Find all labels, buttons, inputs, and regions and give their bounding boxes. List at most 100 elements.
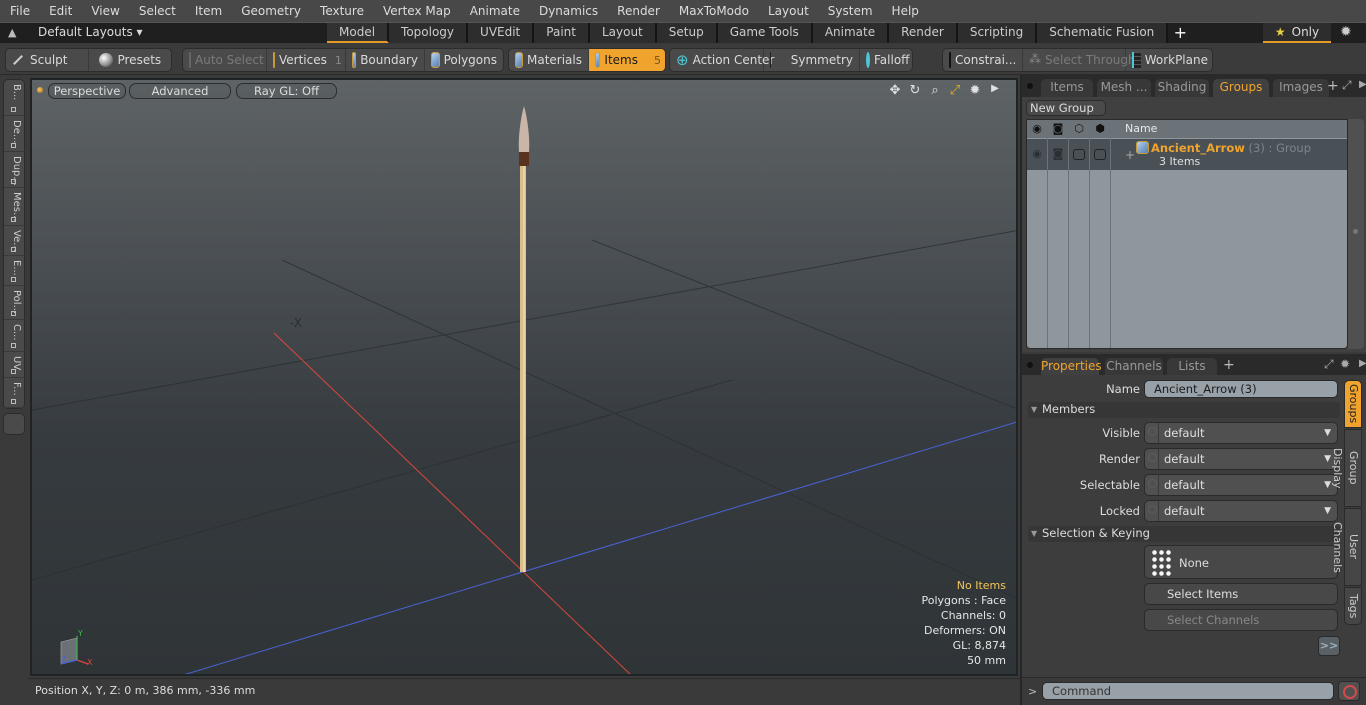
menu-select[interactable]: Select <box>129 0 185 22</box>
maximize-panel-icon[interactable]: ⤢ <box>1324 357 1334 372</box>
arrow-model[interactable] <box>518 106 530 572</box>
command-input[interactable]: Command <box>1042 682 1334 700</box>
left-tab-6[interactable]: Pol... <box>4 286 26 320</box>
add-tab-icon[interactable]: + <box>1327 78 1339 94</box>
layout-tab-scripting[interactable]: Scripting <box>957 23 1038 43</box>
record-macro-button[interactable] <box>1338 681 1360 701</box>
keying-selector[interactable]: None <box>1144 545 1338 579</box>
select-through-button[interactable]: ⁂ Select Through <box>1023 49 1136 71</box>
render-camera-icon[interactable]: ◙ <box>1051 122 1065 135</box>
tab-shading[interactable]: Shading <box>1155 79 1209 97</box>
selectable-cube-icon[interactable]: ⬡ <box>1072 122 1086 135</box>
auto-select-button[interactable]: Auto Select <box>183 49 267 71</box>
layout-tab-setup[interactable]: Setup <box>656 23 718 43</box>
layout-tab-topology[interactable]: Topology <box>389 23 469 43</box>
falloff-button[interactable]: Falloff <box>860 49 912 71</box>
zoom-magnifier-icon[interactable]: ⌕ <box>928 83 942 98</box>
side-tab-group-display[interactable]: Group Display <box>1331 429 1362 507</box>
select-items-button[interactable]: Select Items <box>1144 583 1338 605</box>
side-tab-user-channels[interactable]: User Channels <box>1331 508 1362 586</box>
side-tab-tags[interactable]: Tags <box>1344 587 1362 625</box>
row-eye-icon[interactable]: ◉ <box>1030 147 1044 160</box>
menu-maxtomodo[interactable]: MaxToModo <box>669 0 758 22</box>
workplane-button[interactable]: WorkPlane <box>1126 49 1212 71</box>
sculpt-button[interactable]: Sculpt <box>6 49 90 71</box>
presets-button[interactable]: Presets <box>89 49 171 71</box>
row-locked-checkbox[interactable] <box>1094 149 1106 160</box>
materials-button[interactable]: Materials <box>509 49 589 71</box>
visibility-eye-icon[interactable]: ◉ <box>1030 122 1044 135</box>
tab-mesh[interactable]: Mesh ... <box>1097 79 1151 97</box>
raygl-toggle[interactable]: Ray GL: Off <box>236 83 337 99</box>
viewport-status-dot[interactable] <box>37 87 43 93</box>
left-tab-1[interactable]: De... <box>4 116 26 152</box>
collapse-up-icon[interactable]: ▲ <box>8 26 16 39</box>
maximize-panel-icon[interactable]: ⤢ <box>1342 78 1352 93</box>
more-button[interactable]: >> <box>1318 636 1340 656</box>
shading-dropdown[interactable]: Advanced <box>129 83 231 99</box>
tab-items[interactable]: Items <box>1041 79 1093 97</box>
layout-tab-render[interactable]: Render <box>889 23 958 43</box>
menu-view[interactable]: View <box>81 0 128 22</box>
left-tab-9[interactable]: F... <box>4 378 26 408</box>
only-favorites-button[interactable]: ★ Only <box>1263 23 1331 43</box>
tab-properties[interactable]: Properties <box>1041 358 1102 376</box>
layout-tab-schematic-fusion[interactable]: Schematic Fusion <box>1037 23 1169 43</box>
menu-texture[interactable]: Texture <box>310 0 373 22</box>
members-section[interactable]: Members <box>1028 402 1340 418</box>
layout-tab-layout[interactable]: Layout <box>589 23 657 43</box>
gear-icon[interactable]: ✹ <box>1340 24 1352 40</box>
select-channels-button[interactable]: Select Channels <box>1144 609 1338 631</box>
selection-keying-section[interactable]: Selection & Keying <box>1028 526 1340 542</box>
groups-scrollbar[interactable] <box>1348 119 1364 349</box>
action-center-button[interactable]: ⊕ Action Center <box>670 49 774 71</box>
panel-arrow-icon[interactable]: ▶ <box>1359 358 1366 369</box>
layout-tab-model[interactable]: Model <box>327 23 390 43</box>
scroll-knob[interactable] <box>1353 229 1358 234</box>
left-tab-4[interactable]: Ve... <box>4 226 26 256</box>
render-dropdown[interactable]: default ▼ <box>1144 448 1338 470</box>
add-tab-icon[interactable]: + <box>1223 357 1235 373</box>
menu-geometry[interactable]: Geometry <box>231 0 310 22</box>
tab-images[interactable]: Images <box>1273 79 1329 97</box>
locked-cube-icon[interactable]: ⬢ <box>1093 122 1107 135</box>
locked-dropdown[interactable]: default ▼ <box>1144 500 1338 522</box>
menu-vertex-map[interactable]: Vertex Map <box>373 0 460 22</box>
left-tab-7[interactable]: C... <box>4 320 26 352</box>
fit-view-icon[interactable]: ⤢ <box>948 83 962 98</box>
items-button[interactable]: Items 5 <box>589 49 665 71</box>
menu-layout[interactable]: Layout <box>758 0 818 22</box>
add-layout-tab-icon[interactable]: + <box>1168 23 1192 43</box>
expand-plus-icon[interactable]: + <box>1125 148 1135 162</box>
layout-tab-uvedit[interactable]: UVEdit <box>468 23 535 43</box>
selectable-dropdown[interactable]: default ▼ <box>1144 474 1338 496</box>
column-name[interactable]: Name <box>1125 122 1157 135</box>
tab-lists[interactable]: Lists <box>1167 358 1217 376</box>
panel-menu-dot[interactable] <box>1027 83 1033 89</box>
group-row[interactable]: ◉ ◙ + Ancient_Arrow (3) : Group 3 Items <box>1027 139 1347 170</box>
left-tab-0[interactable]: B... <box>4 80 26 116</box>
layout-tab-animate[interactable]: Animate <box>812 23 890 43</box>
panel-gear-icon[interactable]: ✹ <box>1340 357 1350 371</box>
menu-system[interactable]: System <box>818 0 882 22</box>
symmetry-button[interactable]: Symmetry <box>764 49 860 71</box>
left-tab-8[interactable]: UV <box>4 352 26 378</box>
menu-dynamics[interactable]: Dynamics <box>529 0 607 22</box>
menu-render[interactable]: Render <box>607 0 669 22</box>
boundary-button[interactable]: Boundary <box>346 49 425 71</box>
tab-groups[interactable]: Groups <box>1213 79 1269 97</box>
default-layouts-dropdown[interactable]: Default Layouts ▾ <box>38 25 143 39</box>
row-camera-icon[interactable]: ◙ <box>1051 147 1065 160</box>
menu-edit[interactable]: Edit <box>39 0 81 22</box>
row-selectable-checkbox[interactable] <box>1073 149 1085 160</box>
menu-help[interactable]: Help <box>882 0 928 22</box>
vertices-button[interactable]: Vertices 1 <box>267 49 346 71</box>
constraints-button[interactable]: Constrai... <box>943 49 1023 71</box>
rotate-icon[interactable]: ↻ <box>908 83 922 98</box>
menu-item[interactable]: Item <box>185 0 231 22</box>
layout-tab-game-tools[interactable]: Game Tools <box>717 23 813 43</box>
name-input[interactable]: Ancient_Arrow (3) <box>1144 380 1338 398</box>
panel-arrow-icon[interactable]: ▶ <box>1359 79 1366 90</box>
pan-move-icon[interactable]: ✥ <box>888 83 902 98</box>
new-group-button[interactable]: New Group <box>1026 100 1106 116</box>
